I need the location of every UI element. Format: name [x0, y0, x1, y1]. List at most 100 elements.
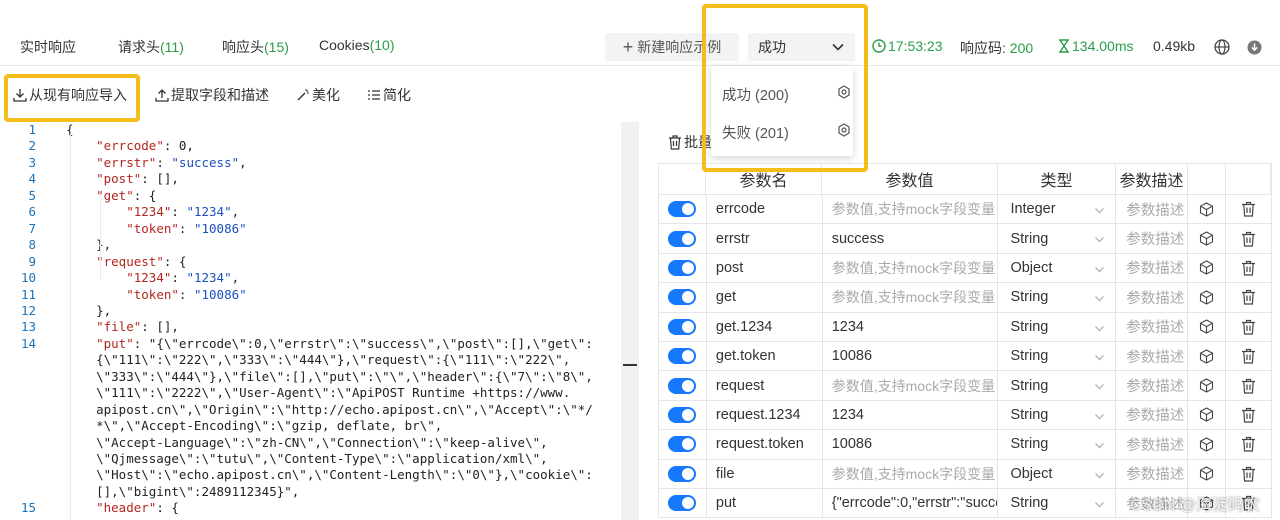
param-value-input[interactable]: 参数值,支持mock字段变量 — [823, 371, 999, 400]
tab-request-headers[interactable]: 请求头(11) — [118, 37, 184, 57]
chevron-down-icon — [1094, 263, 1105, 279]
tab-cookies[interactable]: Cookies(10) — [319, 37, 395, 53]
param-name-input[interactable]: errstr — [707, 224, 823, 253]
param-name-input[interactable]: request.token — [707, 430, 823, 459]
chevron-down-icon — [1094, 380, 1105, 396]
param-name-input[interactable]: put — [707, 488, 823, 518]
extract-fields-button[interactable]: 提取字段和描述 — [155, 85, 269, 105]
param-desc-input[interactable]: 参数描述 — [1116, 195, 1189, 224]
simplify-button[interactable]: 简化 — [367, 85, 411, 105]
param-value-input[interactable]: 参数值,支持mock字段变量 — [823, 459, 999, 488]
param-type-select[interactable]: String — [998, 224, 1117, 253]
enable-toggle[interactable] — [668, 406, 697, 423]
trash-icon[interactable] — [1226, 312, 1272, 341]
beautify-button[interactable]: 美化 — [296, 85, 340, 105]
cube-icon[interactable] — [1188, 430, 1227, 459]
trash-icon[interactable] — [1226, 430, 1272, 459]
dropdown-option[interactable]: 成功 (200) — [722, 84, 850, 105]
upload-icon — [155, 89, 169, 102]
param-desc-input[interactable]: 参数描述 — [1116, 312, 1189, 341]
param-type-select[interactable]: String — [998, 488, 1117, 518]
param-type-select[interactable]: String — [998, 371, 1117, 400]
param-type-select[interactable]: Object — [998, 459, 1117, 488]
cube-icon[interactable] — [1188, 312, 1227, 341]
param-name-input[interactable]: post — [707, 253, 823, 283]
param-desc-input[interactable]: 参数描述 — [1116, 459, 1189, 488]
beautify-label: 美化 — [312, 87, 340, 103]
param-type-select[interactable]: String — [998, 341, 1117, 371]
param-desc-input[interactable]: 参数描述 — [1116, 283, 1189, 312]
param-name-input[interactable]: get.token — [707, 341, 823, 371]
param-value-input[interactable]: 10086 — [823, 341, 999, 371]
new-response-example-button[interactable]: + 新建响应示例 — [605, 33, 739, 61]
import-from-response-button[interactable]: 从现有响应导入 — [13, 85, 127, 105]
dropdown-option[interactable]: 失败 (201) — [722, 122, 850, 143]
enable-toggle[interactable] — [668, 348, 697, 365]
param-name-input[interactable]: request.1234 — [707, 400, 823, 430]
trash-icon[interactable] — [1226, 341, 1272, 371]
enable-toggle[interactable] — [668, 495, 697, 512]
globe-icon[interactable] — [1214, 39, 1230, 55]
trash-icon[interactable] — [1226, 195, 1272, 224]
cube-icon[interactable] — [1188, 253, 1227, 283]
settings-hex-icon[interactable] — [837, 123, 851, 141]
enable-toggle[interactable] — [668, 318, 697, 335]
splitter-handle[interactable] — [623, 364, 637, 366]
param-desc-input[interactable]: 参数描述 — [1116, 253, 1189, 283]
param-value-input[interactable]: 10086 — [823, 430, 999, 459]
cube-icon[interactable] — [1188, 400, 1227, 430]
cube-icon[interactable] — [1188, 371, 1227, 400]
param-type-value: String — [1010, 318, 1049, 335]
cube-icon[interactable] — [1188, 195, 1227, 224]
trash-icon[interactable] — [1226, 224, 1272, 253]
cube-icon[interactable] — [1188, 224, 1227, 253]
param-value-input[interactable]: 参数值,支持mock字段变量 — [823, 283, 999, 312]
param-value-input[interactable]: {"errcode":0,"errstr":"success" — [823, 488, 999, 518]
param-desc-input[interactable]: 参数描述 — [1116, 430, 1189, 459]
param-desc-input[interactable]: 参数描述 — [1116, 224, 1189, 253]
param-type-value: String — [1010, 406, 1049, 423]
tab-response-headers[interactable]: 响应头(15) — [222, 37, 289, 57]
param-type-select[interactable]: String — [998, 430, 1117, 459]
param-value-input[interactable]: success — [823, 224, 999, 253]
param-name-input[interactable]: get — [707, 283, 823, 312]
trash-icon[interactable] — [1226, 459, 1272, 488]
param-desc-input[interactable]: 参数描述 — [1116, 400, 1189, 430]
param-value-input[interactable]: 参数值,支持mock字段变量 — [823, 253, 999, 283]
param-type-select[interactable]: String — [998, 312, 1117, 341]
enable-toggle[interactable] — [668, 201, 697, 218]
param-value-input[interactable]: 参数值,支持mock字段变量 — [823, 195, 999, 224]
download-icon[interactable] — [1247, 40, 1262, 55]
param-desc-input[interactable]: 参数描述 — [1116, 341, 1189, 371]
batch-delete-button[interactable]: 批量 — [668, 132, 712, 152]
enable-toggle[interactable] — [668, 259, 697, 276]
enable-toggle[interactable] — [668, 377, 697, 394]
param-type-select[interactable]: String — [998, 400, 1117, 430]
cube-icon[interactable] — [1188, 283, 1227, 312]
settings-hex-icon[interactable] — [837, 85, 851, 103]
param-name-input[interactable]: get.1234 — [707, 312, 823, 341]
param-type-select[interactable]: Integer — [998, 195, 1117, 224]
param-type-select[interactable]: String — [998, 283, 1117, 312]
panel-splitter[interactable] — [621, 122, 639, 520]
enable-toggle[interactable] — [668, 230, 697, 247]
trash-icon[interactable] — [1226, 253, 1272, 283]
trash-icon[interactable] — [1226, 400, 1272, 430]
enable-toggle[interactable] — [668, 465, 697, 482]
json-code-editor[interactable]: 1{2 "errcode": 0, 3 "errstr": "success", 4… — [0, 120, 620, 520]
enable-toggle[interactable] — [668, 289, 697, 306]
tab-realtime-response[interactable]: 实时响应 — [20, 37, 76, 57]
cube-icon[interactable] — [1188, 341, 1227, 371]
trash-icon[interactable] — [1226, 283, 1272, 312]
param-value-input[interactable]: 1234 — [823, 400, 999, 430]
cube-icon[interactable] — [1188, 459, 1227, 488]
param-name-input[interactable]: file — [707, 459, 823, 488]
param-desc-input[interactable]: 参数描述 — [1116, 371, 1189, 400]
response-status-select[interactable]: 成功 — [748, 33, 855, 61]
param-type-select[interactable]: Object — [998, 253, 1117, 283]
enable-toggle[interactable] — [668, 436, 697, 453]
param-name-input[interactable]: request — [707, 371, 823, 400]
param-name-input[interactable]: errcode — [707, 195, 823, 224]
param-value-input[interactable]: 1234 — [823, 312, 999, 341]
trash-icon[interactable] — [1226, 371, 1272, 400]
